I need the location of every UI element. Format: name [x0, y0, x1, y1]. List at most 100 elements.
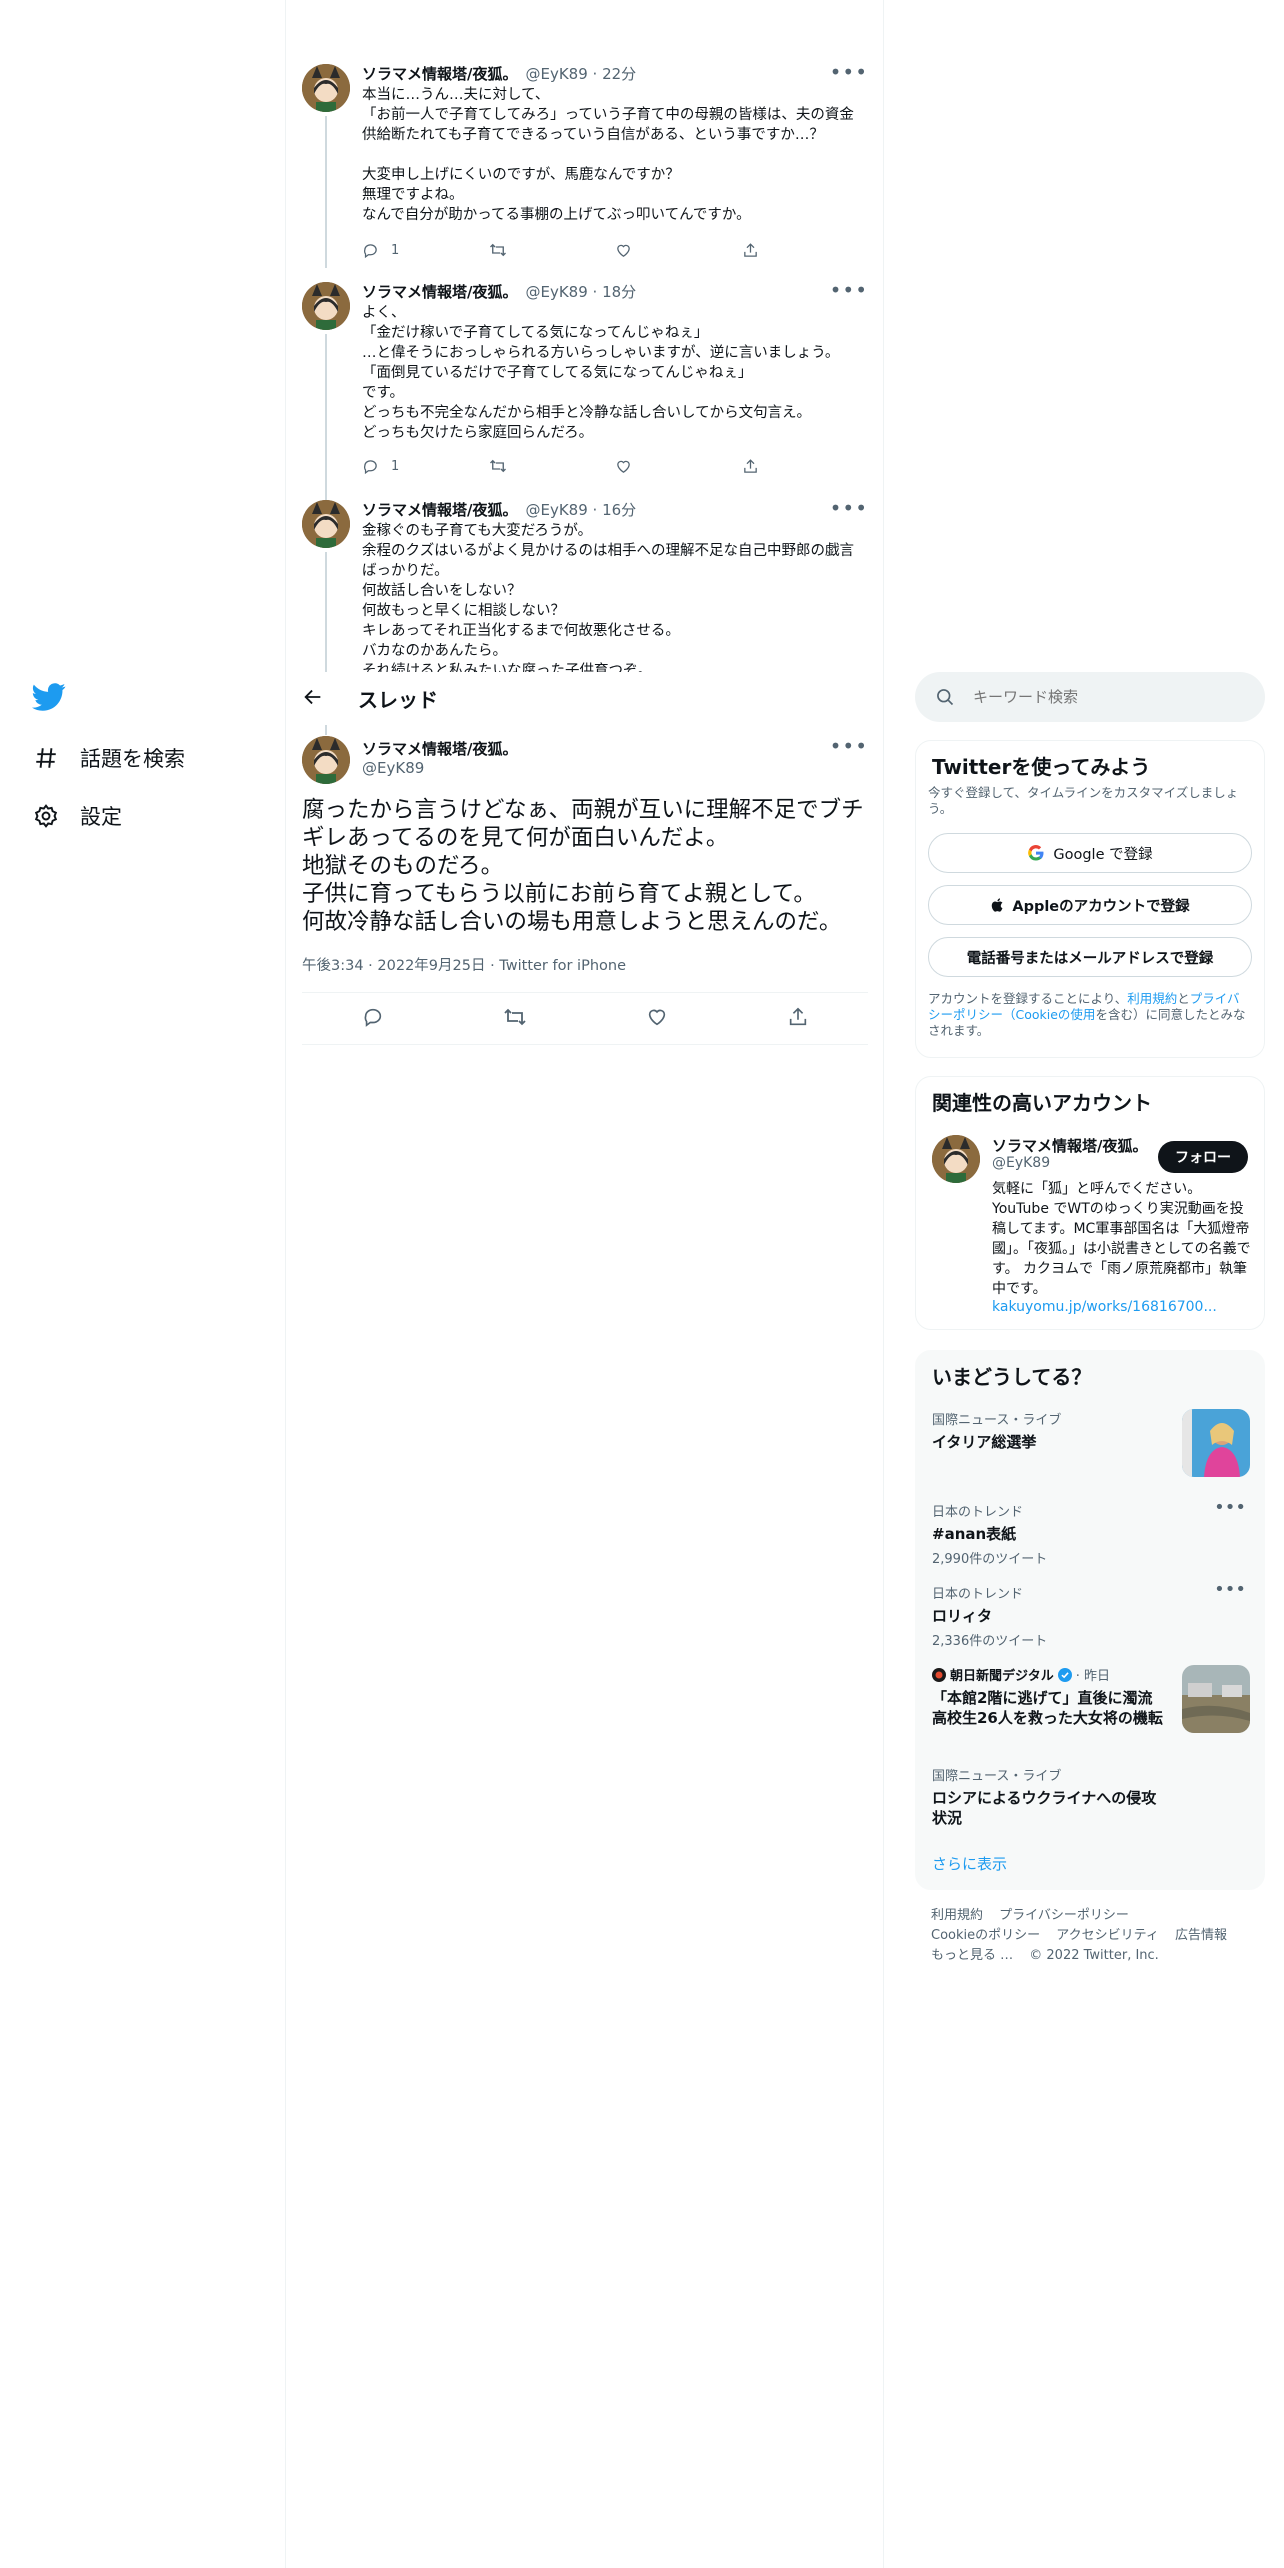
follow-button[interactable]: フォロー	[1158, 1141, 1248, 1173]
verified-badge-icon	[1057, 1667, 1072, 1682]
retweet-icon[interactable]	[503, 1005, 527, 1033]
retweet-button[interactable]	[489, 456, 616, 476]
share-icon	[743, 458, 757, 473]
tweet-author-handle[interactable]: @EyK89 · 22分	[525, 64, 636, 84]
reply-button[interactable]: 1	[362, 456, 489, 476]
related-name[interactable]: ソラマメ情報塔/夜狐。	[992, 1135, 1147, 1156]
related-handle[interactable]: @EyK89	[992, 1155, 1050, 1171]
footer-privacy-link[interactable]: プライバシーポリシー	[999, 1908, 1129, 1923]
footer-copyright: © 2022 Twitter, Inc.	[1029, 1948, 1159, 1963]
search-bar[interactable]	[915, 672, 1265, 722]
google-signup-button[interactable]: Google で登録	[928, 833, 1252, 873]
related-bio: 気軽に「狐」と呼んでください。YouTube でWTのゆっくり実況動画を投稿して…	[992, 1181, 1251, 1297]
thread-header: スレッド	[286, 672, 883, 725]
reply-icon[interactable]	[362, 1006, 384, 1032]
trend-item[interactable]: 朝日新聞デジタル · 昨日 「本館2階に逃げて」直後に濁流 高校生26人を救った…	[932, 1665, 1250, 1735]
reply-count: 1	[391, 458, 400, 474]
footer-more-link[interactable]: もっと見る …	[931, 1948, 1013, 1963]
trend-meta: 国際ニュース・ライブ	[932, 1769, 1062, 1784]
tweet-actions: 1	[362, 456, 868, 476]
signup-title: Twitterを使ってみよう	[932, 755, 1151, 779]
tweet-body: ソラマメ情報塔/夜狐。 @EyK89 · 22分 ••• 本当に…うん…夫に対し…	[362, 60, 868, 258]
trend-count: 2,336件のツイート	[932, 1634, 1048, 1649]
trend-meta: 日本のトレンド	[932, 1505, 1024, 1520]
tweet-author-name[interactable]: ソラマメ情報塔/夜狐。	[362, 64, 517, 84]
avatar[interactable]	[932, 1135, 980, 1183]
avatar[interactable]	[302, 64, 350, 112]
show-more-link[interactable]: さらに表示	[932, 1853, 1007, 1874]
tweet-author-handle[interactable]: @EyK89 · 18分	[525, 282, 636, 302]
heart-icon	[617, 460, 630, 473]
trend-title: ロシアによるウクライナへの侵攻状況	[932, 1789, 1157, 1827]
footer-accessibility-link[interactable]: アクセシビリティ	[1056, 1928, 1159, 1943]
tweet-text: 腐ったから言うけどなぁ、両親が互いに理解不足でブチギレあってるのを見て何が面白い…	[302, 797, 864, 935]
tweet-text: 金稼ぐのも子育ても大変だろうが。 余程のクズはいるがよく見かけるのは相手への理解…	[362, 523, 854, 672]
like-button[interactable]	[615, 240, 742, 260]
thread-line	[325, 116, 327, 268]
tweet-author-name[interactable]: ソラマメ情報塔/夜狐。	[362, 738, 517, 759]
related-link[interactable]: kakuyomu.jp/works/16816700...	[992, 1299, 1217, 1315]
trend-count: 2,990件のツイート	[932, 1552, 1048, 1567]
tweet-author-handle[interactable]: @EyK89	[362, 759, 424, 777]
more-icon[interactable]: •••	[830, 60, 868, 84]
left-nav: 話題を検索 設定	[0, 0, 286, 2568]
tweet-author-handle[interactable]: @EyK89 · 16分	[525, 500, 636, 520]
phone-signup-button[interactable]: 電話番号またはメールアドレスで登録	[928, 937, 1252, 977]
reply-button[interactable]: 1	[362, 240, 489, 260]
back-arrow-icon[interactable]	[302, 686, 328, 712]
like-button[interactable]	[615, 456, 742, 476]
retweet-icon	[489, 459, 506, 473]
more-icon[interactable]: •••	[830, 278, 868, 302]
thread-tweet[interactable]: ソラマメ情報塔/夜狐。 @EyK89 · 16分 ••• 金稼ぐのも子育ても大変…	[302, 500, 868, 672]
avatar[interactable]	[302, 500, 350, 548]
heart-icon[interactable]	[646, 1006, 668, 1032]
news-source-name: 朝日新聞デジタル	[950, 1669, 1054, 1684]
tweet-author-name[interactable]: ソラマメ情報塔/夜狐。	[362, 500, 517, 520]
retweet-button[interactable]	[489, 240, 616, 260]
page: 話題を検索 設定 ソラマメ情報塔/夜狐。 @EyK89 · 22分 ••• 本当…	[0, 0, 1284, 2568]
tweet-text: 本当に…うん…夫に対して、 「お前一人で子育てしてみろ」っていう子育て中の母親の…	[362, 87, 854, 223]
avatar[interactable]	[302, 736, 350, 784]
google-icon	[1028, 845, 1044, 861]
more-icon[interactable]: •••	[1214, 1497, 1246, 1518]
apple-signup-button[interactable]: Appleのアカウントで登録	[928, 885, 1252, 925]
trend-item[interactable]: 日本のトレンド #anan表紙 2,990件のツイート •••	[932, 1497, 1250, 1567]
nav-settings[interactable]: 設定	[32, 796, 122, 836]
trend-item[interactable]: 国際ニュース・ライブ ロシアによるウクライナへの侵攻状況	[932, 1765, 1250, 1827]
thread-tweet[interactable]: ソラマメ情報塔/夜狐。 @EyK89 · 22分 ••• 本当に…うん…夫に対し…	[302, 60, 868, 268]
more-icon[interactable]: •••	[1214, 1579, 1246, 1600]
trend-title: ロリィタ	[932, 1607, 993, 1625]
search-input[interactable]	[973, 688, 1233, 706]
footer-ads-link[interactable]: 広告情報	[1175, 1928, 1227, 1943]
terms-prefix: アカウントを登録することにより、	[928, 991, 1128, 1006]
terms-link[interactable]: 利用規約	[1127, 991, 1177, 1006]
trends-title: いまどうしてる？	[932, 1365, 1092, 1389]
avatar[interactable]	[302, 282, 350, 330]
share-icon[interactable]	[787, 1006, 809, 1032]
tweet-author-name[interactable]: ソラマメ情報塔/夜狐。	[362, 282, 517, 302]
footer-cookie-link[interactable]: Cookieのポリシー	[931, 1928, 1040, 1943]
thread-tweet[interactable]: ソラマメ情報塔/夜狐。 @EyK89 · 18分 ••• よく、 「金だけ稼いで…	[302, 278, 868, 500]
trend-item[interactable]: 日本のトレンド ロリィタ 2,336件のツイート •••	[932, 1579, 1250, 1649]
terms-and: と	[1177, 991, 1190, 1006]
thread-line	[325, 552, 327, 672]
footer-terms-link[interactable]: 利用規約	[931, 1908, 983, 1923]
signup-card: Twitterを使ってみよう 今すぐ登録して、タイムラインをカスタマイズしましょ…	[915, 740, 1265, 1058]
trend-meta: 日本のトレンド	[932, 1587, 1024, 1602]
more-icon[interactable]: •••	[830, 734, 868, 758]
share-button[interactable]	[742, 456, 869, 476]
tweet-actions: 1	[362, 240, 868, 260]
more-icon[interactable]: •••	[830, 500, 868, 520]
share-button[interactable]	[742, 240, 869, 260]
main-tweet: ソラマメ情報塔/夜狐。 @EyK89 ••• 腐ったから言うけどなぁ、両親が互い…	[302, 734, 868, 1056]
reply-icon	[364, 459, 377, 474]
apple-signup-label: Appleのアカウントで登録	[1012, 898, 1190, 915]
trend-item[interactable]: 国際ニュース・ライブ イタリア総選挙	[932, 1409, 1250, 1477]
twitter-logo-icon[interactable]	[32, 680, 66, 714]
divider	[302, 992, 868, 993]
trend-title: 「本館2階に逃げて」直後に濁流 高校生26人を救った大女将の機転	[932, 1689, 1163, 1727]
page-title: スレッド	[358, 688, 438, 712]
tweet-timestamp[interactable]: 午後3:34 · 2022年9月25日 · Twitter for iPhone	[302, 954, 626, 975]
hashtag-icon	[32, 744, 60, 772]
nav-explore[interactable]: 話題を検索	[32, 738, 185, 778]
